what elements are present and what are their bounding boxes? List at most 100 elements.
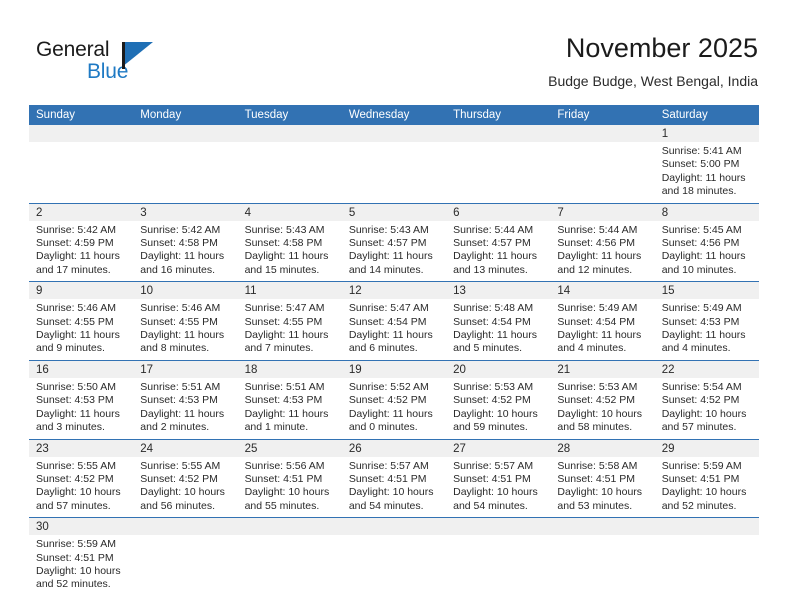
day-sun-info: Sunrise: 5:51 AM Sunset: 4:53 PM Daylight:… [238, 378, 342, 439]
weekday-header-thursday: Thursday [453, 109, 502, 121]
calendar-day-cell[interactable]: 26 Sunrise: 5:57 AM Sunset: 4:51 PM Dayligh… [341, 439, 447, 518]
day-number: 2 [29, 203, 134, 221]
day-sun-info: Sunrise: 5:51 AM Sunset: 4:53 PM Daylight:… [133, 378, 237, 439]
day-number: 15 [654, 282, 759, 300]
sunrise-text: Sunrise: 5:48 AM [453, 302, 534, 315]
calendar-day-cell[interactable]: 7 Sunrise: 5:44 AM Sunset: 4:56 PM Daylight… [550, 203, 655, 282]
calendar-day-cell[interactable]: 9 Sunrise: 5:46 AM Sunset: 4:55 PM Daylight… [29, 282, 134, 360]
sunset-text: Sunset: 4:58 PM [244, 237, 323, 250]
calendar-day-cell[interactable]: 21 Sunrise: 5:53 AM Sunset: 4:52 PM Dayligh… [550, 360, 655, 439]
day-sun-info: Sunrise: 5:43 AM Sunset: 4:58 PM Daylight:… [238, 221, 342, 282]
day-number [133, 518, 238, 536]
calendar-day-cell[interactable]: 14 Sunrise: 5:49 AM Sunset: 4:54 PM Dayligh… [550, 282, 655, 360]
day-number: 6 [446, 203, 551, 221]
sunset-text: Sunset: 4:59 PM [36, 237, 114, 250]
sunset-text: Sunset: 4:52 PM [557, 394, 636, 407]
daylight-text: Daylight: 10 hours and 53 minutes. [557, 486, 643, 512]
calendar-day-cell[interactable]: 20 Sunrise: 5:53 AM Sunset: 4:52 PM Dayligh… [446, 360, 551, 439]
sunrise-text: Sunrise: 5:58 AM [557, 459, 638, 472]
calendar-day-cell[interactable]: 27 Sunrise: 5:57 AM Sunset: 4:51 PM Dayligh… [446, 439, 551, 518]
day-sun-info: Sunrise: 5:56 AM Sunset: 4:51 PM Daylight:… [238, 457, 342, 518]
weekday-header-sunday: Sunday [36, 109, 76, 121]
day-sun-info: Sunrise: 5:58 AM Sunset: 4:51 PM Daylight:… [550, 457, 654, 518]
daylight-text: Daylight: 11 hours and 9 minutes. [36, 329, 120, 355]
calendar-day-empty [237, 518, 342, 596]
sunset-text: Sunset: 4:58 PM [140, 237, 218, 250]
sunset-text: Sunset: 4:53 PM [661, 315, 740, 328]
calendar-day-cell[interactable]: 25 Sunrise: 5:56 AM Sunset: 4:51 PM Dayligh… [237, 439, 342, 518]
day-sun-info: Sunrise: 5:43 AM Sunset: 4:57 PM Daylight:… [342, 221, 446, 282]
calendar-day-cell[interactable]: 30 Sunrise: 5:59 AM Sunset: 4:51 PM Dayligh… [29, 518, 134, 596]
calendar-day-cell[interactable]: 16 Sunrise: 5:50 AM Sunset: 4:53 PM Dayligh… [29, 360, 134, 439]
calendar-day-empty [446, 125, 551, 203]
calendar-day-cell[interactable]: 5 Sunrise: 5:43 AM Sunset: 4:57 PM Daylight… [341, 203, 447, 282]
sunset-text: Sunset: 4:52 PM [348, 394, 427, 407]
daylight-text: Daylight: 11 hours and 8 minutes. [140, 329, 225, 355]
calendar-day-cell[interactable]: 15 Sunrise: 5:49 AM Sunset: 4:53 PM Dayligh… [654, 282, 759, 360]
day-sun-info: Sunrise: 5:42 AM Sunset: 4:59 PM Daylight:… [29, 221, 133, 282]
calendar-day-cell[interactable]: 1 Sunrise: 5:41 AM Sunset: 5:00 PM Daylight… [654, 125, 759, 203]
calendar-page: General Blue November 2025 Budge Budge, … [0, 0, 792, 612]
daylight-text: Daylight: 11 hours and 10 minutes. [661, 250, 746, 276]
day-number: 14 [550, 282, 655, 300]
calendar-day-cell[interactable]: 28 Sunrise: 5:58 AM Sunset: 4:51 PM Dayligh… [550, 439, 655, 518]
daylight-text: Daylight: 10 hours and 54 minutes. [453, 486, 538, 512]
calendar-day-cell[interactable]: 23 Sunrise: 5:55 AM Sunset: 4:52 PM Dayligh… [29, 439, 134, 518]
day-number [341, 125, 447, 142]
calendar-day-cell[interactable]: 29 Sunrise: 5:59 AM Sunset: 4:51 PM Dayligh… [654, 439, 759, 518]
sunset-text: Sunset: 4:53 PM [140, 394, 218, 407]
page-header: General Blue November 2025 Budge Budge, … [0, 0, 792, 104]
calendar-week-row: 16 Sunrise: 5:50 AM Sunset: 4:53 PM Dayligh… [29, 359, 759, 439]
sunrise-text: Sunrise: 5:47 AM [348, 302, 429, 315]
calendar-day-cell[interactable]: 3 Sunrise: 5:42 AM Sunset: 4:58 PM Daylight… [133, 203, 238, 282]
sunset-text: Sunset: 4:55 PM [244, 315, 323, 328]
weekday-header-row: Sunday Monday Tuesday Wednesday Thursday Frid… [29, 105, 759, 125]
daylight-text: Daylight: 10 hours and 52 minutes. [661, 486, 747, 512]
day-sun-info: Sunrise: 5:49 AM Sunset: 4:53 PM Daylight:… [655, 299, 759, 360]
day-sun-info: Sunrise: 5:53 AM Sunset: 4:52 PM Daylight:… [550, 378, 654, 439]
sunset-text: Sunset: 4:52 PM [453, 394, 531, 407]
calendar-day-cell[interactable]: 11 Sunrise: 5:47 AM Sunset: 4:55 PM Dayligh… [237, 282, 342, 360]
day-sun-info: Sunrise: 5:59 AM Sunset: 4:51 PM Daylight:… [29, 535, 133, 596]
calendar-day-cell[interactable]: 13 Sunrise: 5:48 AM Sunset: 4:54 PM Dayligh… [446, 282, 551, 360]
logo-flag-icon [122, 42, 156, 70]
day-number: 22 [654, 360, 759, 378]
day-number: 25 [237, 439, 342, 457]
daylight-text: Daylight: 10 hours and 57 minutes. [36, 486, 121, 512]
daylight-text: Daylight: 11 hours and 6 minutes. [348, 329, 433, 355]
day-number: 5 [341, 203, 447, 221]
calendar-day-cell[interactable]: 22 Sunrise: 5:54 AM Sunset: 4:52 PM Dayligh… [654, 360, 759, 439]
sunrise-text: Sunrise: 5:54 AM [661, 380, 742, 393]
day-number: 30 [29, 518, 134, 536]
sunset-text: Sunset: 4:52 PM [140, 472, 218, 485]
daylight-text: Daylight: 11 hours and 4 minutes. [557, 329, 642, 355]
calendar-day-cell[interactable]: 18 Sunrise: 5:51 AM Sunset: 4:53 PM Dayligh… [237, 360, 342, 439]
day-number: 8 [654, 203, 759, 221]
day-number: 17 [133, 360, 238, 378]
day-sun-info: Sunrise: 5:55 AM Sunset: 4:52 PM Daylight:… [29, 457, 133, 518]
sunrise-text: Sunrise: 5:49 AM [661, 302, 742, 315]
daylight-text: Daylight: 11 hours and 2 minutes. [140, 407, 225, 434]
calendar-day-cell[interactable]: 24 Sunrise: 5:55 AM Sunset: 4:52 PM Dayligh… [133, 439, 238, 518]
sunrise-text: Sunrise: 5:42 AM [36, 223, 116, 236]
day-sun-info: Sunrise: 5:47 AM Sunset: 4:55 PM Daylight:… [238, 299, 342, 360]
sunrise-text: Sunrise: 5:53 AM [453, 380, 534, 393]
daylight-text: Daylight: 11 hours and 4 minutes. [661, 329, 746, 355]
calendar-day-cell[interactable]: 10 Sunrise: 5:46 AM Sunset: 4:55 PM Dayligh… [133, 282, 238, 360]
calendar-day-cell[interactable]: 2 Sunrise: 5:42 AM Sunset: 4:59 PM Daylight… [29, 203, 134, 282]
weekday-header-tuesday: Tuesday [244, 109, 289, 121]
calendar-day-cell[interactable]: 4 Sunrise: 5:43 AM Sunset: 4:58 PM Daylight… [237, 203, 342, 282]
daylight-text: Daylight: 11 hours and 3 minutes. [36, 407, 120, 434]
sunrise-text: Sunrise: 5:56 AM [244, 459, 325, 472]
sunset-text: Sunset: 4:54 PM [557, 315, 636, 328]
generalblue-logo[interactable]: General Blue [36, 38, 196, 90]
day-sun-info: Sunrise: 5:57 AM Sunset: 4:51 PM Daylight:… [446, 457, 550, 518]
calendar-day-cell[interactable]: 6 Sunrise: 5:44 AM Sunset: 4:57 PM Daylight… [446, 203, 551, 282]
calendar-day-cell[interactable]: 12 Sunrise: 5:47 AM Sunset: 4:54 PM Dayligh… [341, 282, 447, 360]
calendar-day-cell[interactable]: 17 Sunrise: 5:51 AM Sunset: 4:53 PM Dayligh… [133, 360, 238, 439]
sunset-text: Sunset: 4:51 PM [348, 472, 427, 485]
day-number: 3 [133, 203, 238, 221]
calendar-day-cell[interactable]: 19 Sunrise: 5:52 AM Sunset: 4:52 PM Dayligh… [341, 360, 447, 439]
calendar-day-cell[interactable]: 8 Sunrise: 5:45 AM Sunset: 4:56 PM Daylight… [654, 203, 759, 282]
daylight-text: Daylight: 11 hours and 13 minutes. [453, 250, 537, 276]
